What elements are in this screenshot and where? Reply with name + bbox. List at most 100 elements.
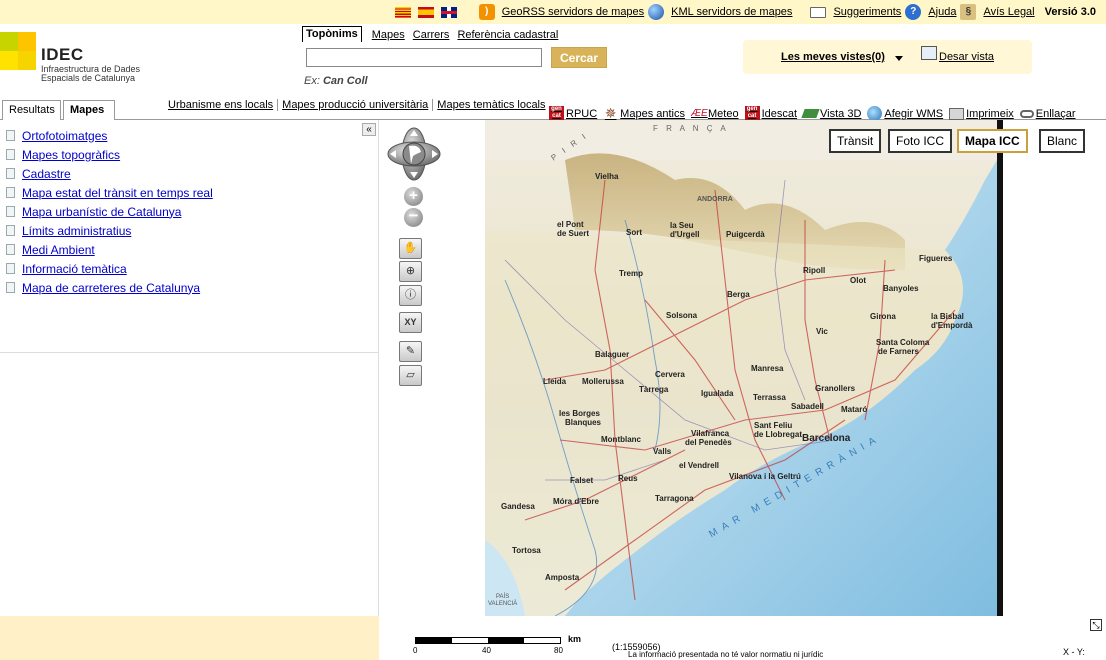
map-label-tarrega: Tàrrega bbox=[639, 385, 669, 394]
mapes-antics-button[interactable]: ✵ Mapes antics bbox=[603, 106, 685, 121]
vista-3d-button[interactable]: Vista 3D bbox=[801, 106, 861, 121]
rpuc-button[interactable]: gen cat RPUC bbox=[549, 106, 597, 121]
collapse-panel-icon[interactable]: « bbox=[362, 123, 376, 136]
map-link-topografics[interactable]: Mapes topogràfics bbox=[22, 148, 120, 162]
idescat-button[interactable]: gen cat Idescat bbox=[744, 106, 798, 121]
left-divider bbox=[0, 352, 378, 353]
map-link-ortofotoimatges[interactable]: Ortofotoimatges bbox=[22, 129, 107, 143]
measure-ruler-icon[interactable]: ✎ bbox=[399, 341, 422, 362]
tab-mapes[interactable]: Mapes bbox=[63, 100, 115, 121]
hand-pan-icon[interactable]: ✋ bbox=[399, 238, 422, 259]
search-tab-referencia-cadastral[interactable]: Referència cadastral bbox=[453, 28, 562, 42]
search-example-prefix: Ex: bbox=[304, 75, 320, 87]
map-label-girona: Girona bbox=[870, 312, 896, 321]
layer-button-foto-icc[interactable]: Foto ICC bbox=[888, 129, 953, 153]
map-label-banyoles: Banyoles bbox=[883, 284, 919, 293]
map-terrain-graphic bbox=[485, 120, 997, 616]
list-item: Cadastre bbox=[6, 164, 213, 183]
expand-icon[interactable]: ⤡ bbox=[1090, 619, 1102, 631]
map-label-vic: Vic bbox=[816, 327, 828, 336]
map-label-la-seu: la Seu bbox=[670, 221, 694, 230]
map-label-de-llobregat: de Llobregat bbox=[754, 430, 803, 439]
map-label-sant-feliu: Sant Feliu bbox=[754, 421, 793, 430]
map-link-limits[interactable]: Límits administratius bbox=[22, 224, 131, 238]
map-label-andorra: ANDORRA bbox=[697, 196, 733, 203]
pan-control-icon[interactable] bbox=[386, 126, 442, 182]
tab-resultats[interactable]: Resultats bbox=[2, 100, 61, 120]
map-label-el-pont: el Pont bbox=[557, 220, 584, 229]
map-canvas[interactable]: F R A N Ç A P I R I ANDORRA Vielha el Po… bbox=[485, 120, 997, 616]
scale-bar bbox=[415, 637, 561, 644]
add-wms-label: Afegir WMS bbox=[884, 107, 944, 120]
catalan-flag-icon[interactable] bbox=[394, 6, 411, 18]
zoom-out-icon[interactable]: − bbox=[404, 207, 423, 227]
zoom-box-icon[interactable]: ⊕ bbox=[399, 261, 422, 282]
spanish-flag-icon[interactable] bbox=[417, 6, 434, 18]
english-flag-icon[interactable] bbox=[440, 6, 457, 18]
chevron-down-icon[interactable] bbox=[895, 56, 903, 61]
search-button[interactable]: Cercar bbox=[551, 47, 607, 68]
map-link-urbanistic[interactable]: Mapa urbanístic de Catalunya bbox=[22, 205, 181, 219]
globe-icon bbox=[648, 4, 665, 20]
suggestions-link[interactable]: Suggeriments bbox=[833, 6, 901, 18]
link-mapes-tematics[interactable]: Mapes temàtics locals bbox=[433, 99, 549, 111]
map-label-valencia: VALENCIÀ bbox=[488, 601, 518, 607]
coordinates-xy-icon[interactable]: XY bbox=[399, 312, 422, 333]
link-mapes-universitaria[interactable]: Mapes producció universitària bbox=[278, 99, 434, 111]
search-tab-carrers[interactable]: Carrers bbox=[409, 28, 454, 42]
document-icon bbox=[6, 263, 15, 274]
meteo-button[interactable]: ÆE Meteo bbox=[691, 106, 739, 121]
map-link-transit[interactable]: Mapa estat del trànsit en temps real bbox=[22, 186, 213, 200]
logo-title: IDEC bbox=[41, 45, 84, 64]
map-link-medi-ambient[interactable]: Medi Ambient bbox=[22, 243, 95, 257]
document-icon bbox=[6, 187, 15, 198]
print-button[interactable]: Imprimeix bbox=[949, 107, 1014, 120]
map-label-mataro: Mataró bbox=[841, 405, 868, 414]
save-view-link[interactable]: Desar vista bbox=[939, 51, 994, 63]
document-icon bbox=[6, 225, 15, 236]
list-item: Límits administratius bbox=[6, 221, 213, 240]
scale-unit: km bbox=[568, 634, 582, 644]
map-label-del-penedes: del Penedès bbox=[685, 438, 732, 447]
zoom-in-icon[interactable]: + bbox=[404, 187, 423, 206]
map-label-vilanova: Vilanova i la Geltrú bbox=[729, 472, 801, 481]
map-label-blanques: Blanques bbox=[565, 418, 602, 427]
idescat-label: Idescat bbox=[761, 107, 798, 120]
top-utility-bar: ) GeoRSS servidors de mapes KML servidor… bbox=[0, 0, 1106, 24]
views-box: Les meves vistes(0) Desar vista bbox=[743, 40, 1032, 74]
terrain-3d-icon bbox=[801, 109, 820, 118]
layer-button-mapa-icc[interactable]: Mapa ICC bbox=[957, 129, 1028, 153]
version-label: Versió 3.0 bbox=[1044, 6, 1096, 18]
map-label-durgell: d'Urgell bbox=[670, 230, 700, 239]
map-link-cadastre[interactable]: Cadastre bbox=[22, 167, 71, 181]
my-views-dropdown[interactable]: Les meves vistes(0) bbox=[781, 51, 885, 63]
idec-logo-icon[interactable] bbox=[0, 32, 36, 70]
map-label-mollerussa: Mollerussa bbox=[582, 377, 624, 386]
map-label-vilafranca: Vilafranca bbox=[691, 429, 730, 438]
map-link-carreteres[interactable]: Mapa de carreteres de Catalunya bbox=[22, 281, 200, 295]
document-icon bbox=[6, 130, 15, 141]
map-label-amposta: Amposta bbox=[545, 573, 580, 582]
eraser-icon[interactable]: ▱ bbox=[399, 365, 422, 386]
search-tab-mapes[interactable]: Mapes bbox=[368, 28, 409, 42]
map-label-balaguer: Balaguer bbox=[595, 350, 630, 359]
layer-button-transit[interactable]: Trànsit bbox=[829, 129, 882, 153]
search-example: Ex: Can Coll bbox=[304, 75, 368, 87]
map-label-igualada: Igualada bbox=[701, 389, 734, 398]
georss-link[interactable]: GeoRSS servidors de mapes bbox=[502, 6, 644, 18]
kml-link[interactable]: KML servidors de mapes bbox=[671, 6, 792, 18]
search-tab-toponims[interactable]: Topònims bbox=[302, 26, 362, 42]
map-label-olot: Olot bbox=[850, 276, 866, 285]
search-input[interactable] bbox=[306, 48, 542, 67]
layer-button-blanc[interactable]: Blanc bbox=[1039, 129, 1086, 153]
document-icon bbox=[6, 149, 15, 160]
info-icon[interactable]: ⓘ bbox=[399, 285, 422, 306]
list-item: Medi Ambient bbox=[6, 240, 213, 259]
link-button[interactable]: Enllaçar bbox=[1019, 108, 1076, 120]
save-view-icon[interactable] bbox=[921, 46, 937, 60]
link-urbanisme[interactable]: Urbanisme ens locals bbox=[164, 99, 279, 111]
help-link[interactable]: Ajuda bbox=[928, 6, 956, 18]
legal-link[interactable]: Avís Legal bbox=[983, 6, 1034, 18]
map-link-informacio-tematica[interactable]: Informació temàtica bbox=[22, 262, 127, 276]
add-wms-button[interactable]: Afegir WMS bbox=[867, 106, 943, 121]
